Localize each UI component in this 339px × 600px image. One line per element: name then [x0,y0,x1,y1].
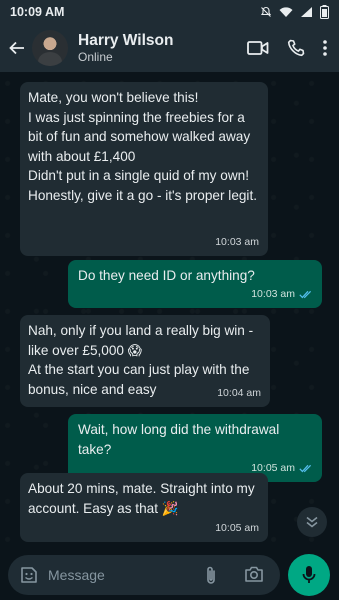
video-call-icon [247,41,269,55]
back-button[interactable] [4,28,30,68]
message-time: 10:03 am [251,287,295,300]
contact-name: Harry Wilson [78,31,174,49]
contact-status: Online [78,49,113,64]
status-bar: 10:09 AM [0,0,339,24]
message-text: Do they need ID or anything? [78,268,255,283]
attach-button[interactable] [204,565,218,590]
message-meta: 10:04 am [217,384,261,404]
scroll-to-bottom-button[interactable] [297,507,327,537]
message-bubble-incoming[interactable]: Mate, you won't believe this! I was just… [20,82,268,256]
composer-bar [0,548,339,600]
status-time: 10:09 AM [10,5,65,19]
battery-icon [320,5,329,19]
sticker-icon [21,567,37,583]
message-time: 10:05 am [215,521,259,534]
message-meta: 10:03 am [215,233,259,253]
sticker-button[interactable] [12,565,46,585]
message-meta: 10:03 am [251,285,313,305]
camera-button[interactable] [244,565,264,588]
wifi-icon [279,6,293,18]
message-bubble-outgoing[interactable]: Do they need ID or anything? 10:03 am [68,260,322,308]
message-meta: 10:05 am [215,519,259,539]
message-input[interactable] [48,567,188,583]
avatar[interactable] [32,30,68,66]
chevron-down-icon [306,516,318,528]
message-list[interactable]: Mate, you won't believe this! I was just… [0,72,339,548]
message-bubble-incoming[interactable]: Nah, only if you land a really big win -… [20,315,270,407]
mute-icon [260,6,272,18]
phone-icon [287,39,305,57]
message-bubble-incoming[interactable]: About 20 mins, mate. Straight into my ac… [20,473,268,542]
voice-call-button[interactable] [287,39,305,57]
contact-info[interactable]: Harry Wilson Online [78,32,173,65]
message-text: About 20 mins, mate. Straight into my ac… [28,481,259,516]
status-icons [260,5,329,19]
voice-message-button[interactable] [288,554,330,596]
more-options-button[interactable] [323,40,327,56]
chat-header: Harry Wilson Online [0,24,339,72]
message-bubble-outgoing[interactable]: Wait, how long did the withdrawal take? … [68,414,322,482]
read-receipt-icon [299,290,313,299]
message-time: 10:03 am [215,235,259,248]
signal-icon [300,6,313,18]
message-input-box[interactable] [8,555,280,595]
video-call-button[interactable] [247,40,269,56]
mic-icon [302,566,316,583]
read-receipt-icon [299,464,313,473]
back-arrow-icon [9,41,24,55]
message-text: Wait, how long did the withdrawal take? [78,422,284,457]
attach-icon [207,566,215,584]
camera-icon [245,566,263,582]
message-text: Mate, you won't believe this! I was just… [28,90,258,203]
message-time: 10:04 am [217,386,261,399]
more-vert-icon [323,40,327,56]
